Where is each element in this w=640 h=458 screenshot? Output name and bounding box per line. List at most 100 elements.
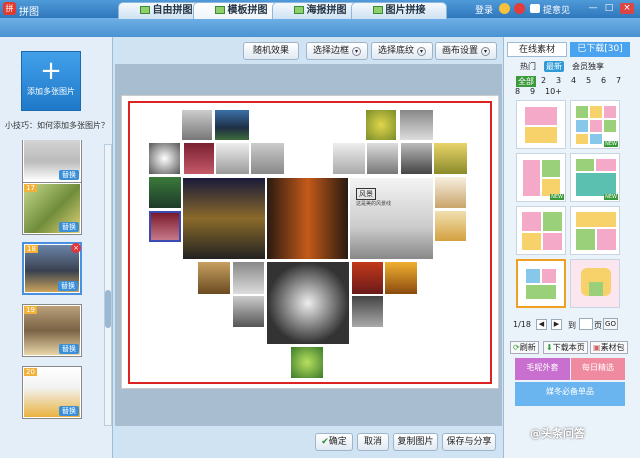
photo-slot[interactable] [352,262,383,294]
random-effect-label: 随机效果 [252,46,289,56]
photo-slot[interactable] [267,262,349,344]
add-images-button[interactable]: + 添加多张图片 [21,51,81,111]
photo-slot[interactable] [215,110,249,140]
weibo-icon[interactable] [514,3,525,14]
tab-label: 图片拼接 [385,5,426,16]
photo-slot[interactable] [435,211,466,241]
confirm-button[interactable]: ✔确定 [315,433,353,451]
photo-slot[interactable] [267,178,348,259]
photo-slot[interactable] [149,177,181,208]
select-background-button[interactable]: 选择底纹 ▾ [371,42,433,60]
delete-icon[interactable]: × [71,243,81,253]
tips-link[interactable]: 小技巧：如何添加多张图片？ [5,120,109,131]
photo-slot[interactable] [385,262,417,294]
replace-button[interactable]: 替换 [59,222,79,232]
template-item[interactable]: NEW [516,153,566,202]
template-item-selected[interactable] [516,259,566,308]
go-button[interactable]: GO [603,318,618,330]
tab-downloaded[interactable]: 已下载[30] [570,42,630,57]
photo-slot[interactable] [291,347,323,378]
photo-slot[interactable] [352,296,383,327]
feedback-link[interactable]: 提意见 [543,3,570,16]
count-filter[interactable]: 4 [571,76,576,85]
login-link[interactable]: 登录 [475,3,493,16]
photo-slot[interactable] [198,262,230,294]
count-filter-all[interactable]: 全部 [516,76,536,87]
replace-button[interactable]: 替换 [59,170,79,180]
photo-slot[interactable] [435,177,466,208]
thumbnail-item[interactable]: 19 替换 [22,304,82,357]
thumbnail-scrollbar[interactable] [104,144,112,426]
canvas-settings-button[interactable]: 画布设置 ▾ [435,42,497,60]
photo-slot[interactable] [401,143,432,174]
count-filter[interactable]: 8 [515,87,520,96]
tab-image-stitch[interactable]: 图片拼接 [351,2,447,19]
scrollbar-thumb[interactable] [105,290,111,328]
photo-slot[interactable] [184,143,214,174]
material-pack-button[interactable]: ▣素材包 [590,341,628,354]
photo-slot[interactable] [183,178,265,259]
template-item[interactable]: NEW [570,153,620,202]
photo-slot[interactable] [366,110,396,140]
feedback-icon[interactable] [530,4,540,13]
photo-slot[interactable] [333,143,365,174]
template-item[interactable]: NEW [570,100,620,149]
template-item[interactable] [570,259,620,308]
photo-slot[interactable] [216,143,249,174]
template-item[interactable] [570,206,620,255]
prev-page-icon[interactable]: ◀ [536,319,547,330]
photo-slot[interactable] [149,143,180,174]
count-filter[interactable]: 9 [530,87,535,96]
refresh-icon: ⟳ [513,343,520,352]
select-border-button[interactable]: 选择边框 ▾ [306,42,368,60]
replace-button[interactable]: 替换 [59,406,79,416]
replace-button[interactable]: 替换 [59,344,79,354]
replace-button[interactable]: 替换 [58,281,78,291]
save-share-button[interactable]: 保存与分享 [442,433,496,451]
photo-slot[interactable] [400,110,433,140]
count-filter[interactable]: 5 [586,76,591,85]
thumbnail-item[interactable]: 替换 [22,140,82,183]
photo-quote: 这是美的风景线 [356,201,392,207]
random-effect-button[interactable]: 随机效果 [243,42,299,60]
cancel-button[interactable]: 取消 [357,433,389,451]
photo-slot[interactable] [233,296,264,327]
minimize-button[interactable]: — [586,3,600,14]
refresh-button[interactable]: ⟳刷新 [510,341,539,354]
tab-label: 自由拼图 [152,5,193,16]
template-item[interactable] [516,206,566,255]
template-item[interactable] [516,100,566,149]
category-vip[interactable]: 会员独享 [570,61,606,72]
copy-image-button[interactable]: 复制图片 [393,433,438,451]
photo-slot[interactable] [149,211,181,242]
thumbnail-item[interactable]: 17 替换 [22,182,82,235]
next-page-icon[interactable]: ▶ [551,319,562,330]
ad-banner-coat[interactable]: 毛呢外套 [515,358,570,380]
count-filter[interactable]: 2 [541,76,546,85]
close-button[interactable]: × [620,3,634,14]
category-new[interactable]: 最新 [544,61,564,72]
photo-slot[interactable] [251,143,284,174]
photo-slot[interactable] [434,143,467,174]
ad-banner-daily[interactable]: 每日精选 [571,358,625,380]
app-title: 拼图 [19,7,39,18]
category-hot[interactable]: 热门 [518,61,538,72]
count-filter[interactable]: 10+ [545,87,562,96]
user-icon[interactable] [499,3,510,14]
photo-slot[interactable] [367,143,398,174]
count-filter[interactable]: 3 [556,76,561,85]
plus-icon: + [40,56,62,86]
count-filter[interactable]: 6 [601,76,606,85]
page-number-input[interactable] [579,318,593,330]
photo-slot[interactable] [182,110,212,140]
maximize-button[interactable]: □ [602,3,616,14]
photo-slot[interactable] [233,262,264,294]
count-filter[interactable]: 7 [616,76,621,85]
thumbnail-item[interactable]: 20 替换 [22,366,82,419]
thumbnail-item[interactable]: 18 × 替换 [22,242,82,295]
tab-online-materials[interactable]: 在线素材 [507,42,567,57]
ad-banner-winter[interactable]: 媒冬必备单品 [515,382,625,406]
download-page-button[interactable]: ⬇下载本页 [543,341,588,354]
new-badge: NEW [550,194,564,200]
photo-slot[interactable]: 风景 这是美的风景线 [350,178,433,259]
